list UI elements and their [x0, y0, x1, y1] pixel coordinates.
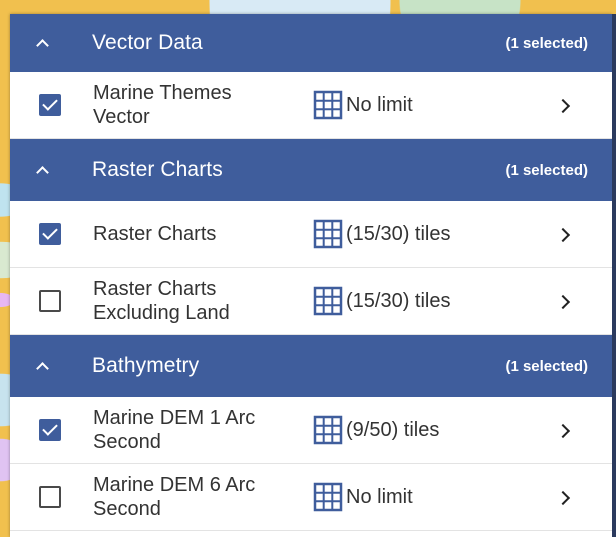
group-header-bathymetry[interactable]: Bathymetry (1 selected) [10, 335, 612, 397]
list-item[interactable]: Raster Charts Excluding Land (15/30) til… [10, 268, 612, 335]
group-title: Vector Data [92, 31, 203, 54]
tile-info: No limit [313, 90, 413, 120]
tile-limit: No limit [346, 93, 413, 116]
grid-icon [313, 90, 343, 120]
layer-label: Marine DEM 1 Arc Second [93, 407, 256, 453]
list-item[interactable]: Marine DEM 1 Arc Second (9/50) tiles [10, 397, 612, 464]
tile-limit: (15/30) tiles [346, 222, 451, 245]
chevron-up-icon[interactable] [36, 360, 48, 372]
grid-icon [313, 286, 343, 316]
list-item[interactable]: Marine DEM 6 Arc Second No limit [10, 464, 612, 531]
checkbox-marine-themes-vector[interactable] [39, 94, 61, 116]
group-selected-count: (1 selected) [505, 357, 588, 375]
checkbox-raster-charts[interactable] [39, 223, 61, 245]
layer-label: Raster Charts [93, 223, 217, 245]
list-item[interactable]: Marine Themes Vector No limit [10, 72, 612, 139]
grid-icon [313, 415, 343, 445]
chevron-right-icon[interactable] [558, 296, 568, 306]
scrollbar[interactable] [612, 14, 616, 537]
group-selected-count: (1 selected) [505, 161, 588, 179]
group-header-raster-charts[interactable]: Raster Charts (1 selected) [10, 139, 612, 201]
chevron-right-icon[interactable] [558, 492, 568, 502]
checkbox-marine-dem-1-arc-second[interactable] [39, 419, 61, 441]
group-selected-count: (1 selected) [505, 34, 588, 52]
grid-icon [313, 219, 343, 249]
tile-info: No limit [313, 482, 413, 512]
group-header-vector-data[interactable]: Vector Data (1 selected) [10, 14, 612, 72]
checkbox-raster-charts-excluding-land[interactable] [39, 290, 61, 312]
checkbox-marine-dem-6-arc-second[interactable] [39, 486, 61, 508]
tile-info: (15/30) tiles [313, 286, 451, 316]
group-title: Raster Charts [92, 158, 223, 181]
chevron-up-icon[interactable] [36, 164, 48, 176]
tile-limit: No limit [346, 485, 413, 508]
tile-limit: (15/30) tiles [346, 289, 451, 312]
layer-panel: Vector Data (1 selected) Marine Themes V… [10, 14, 612, 537]
chevron-right-icon[interactable] [558, 100, 568, 110]
layer-label: Raster Charts Excluding Land [93, 278, 230, 324]
tile-info: (15/30) tiles [313, 219, 451, 249]
grid-icon [313, 482, 343, 512]
tile-info: (9/50) tiles [313, 415, 439, 445]
chevron-up-icon[interactable] [36, 37, 48, 49]
chevron-right-icon[interactable] [558, 425, 568, 435]
layer-label: Marine DEM 6 Arc Second [93, 474, 256, 520]
tile-limit: (9/50) tiles [346, 418, 440, 441]
list-item[interactable]: Raster Charts (15/30) tiles [10, 201, 612, 268]
layer-label: Marine Themes Vector [93, 82, 232, 128]
group-title: Bathymetry [92, 354, 200, 377]
chevron-right-icon[interactable] [558, 229, 568, 239]
